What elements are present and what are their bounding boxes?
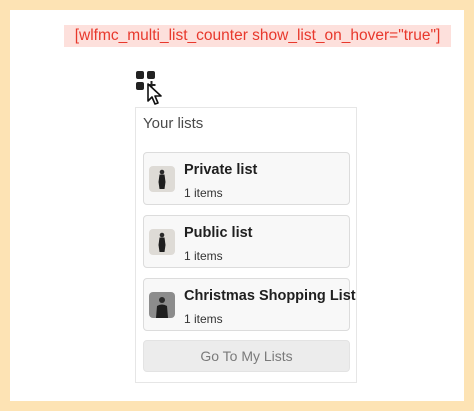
list-item-count: 1 items: [184, 249, 223, 263]
list-item-count: 1 items: [184, 186, 223, 200]
list-name: Public list: [184, 225, 253, 241]
product-thumbnail: [149, 292, 175, 318]
pointer-cursor-icon: [147, 83, 162, 105]
product-thumbnail: [149, 166, 175, 192]
list-item-count: 1 items: [184, 312, 223, 326]
grid-plus-icon: [136, 71, 162, 105]
page-frame: [wlfmc_multi_list_counter show_list_on_h…: [10, 10, 464, 401]
panel-title: Your lists: [143, 115, 204, 132]
list-item-public[interactable]: Public list 1 items: [143, 215, 350, 268]
go-to-my-lists-button[interactable]: Go To My Lists: [143, 340, 350, 372]
lists-dropdown-panel: Your lists Private list 1 items Public l…: [135, 107, 357, 383]
multi-list-counter-icon[interactable]: [135, 70, 165, 106]
list-item-christmas-shopping[interactable]: Christmas Shopping List 1 items: [143, 278, 356, 331]
list-name: Private list: [184, 162, 258, 178]
list-item-private[interactable]: Private list 1 items: [143, 152, 350, 205]
product-thumbnail: [149, 229, 175, 255]
shortcode-banner: [wlfmc_multi_list_counter show_list_on_h…: [64, 25, 451, 47]
list-name: Christmas Shopping List: [184, 288, 356, 304]
